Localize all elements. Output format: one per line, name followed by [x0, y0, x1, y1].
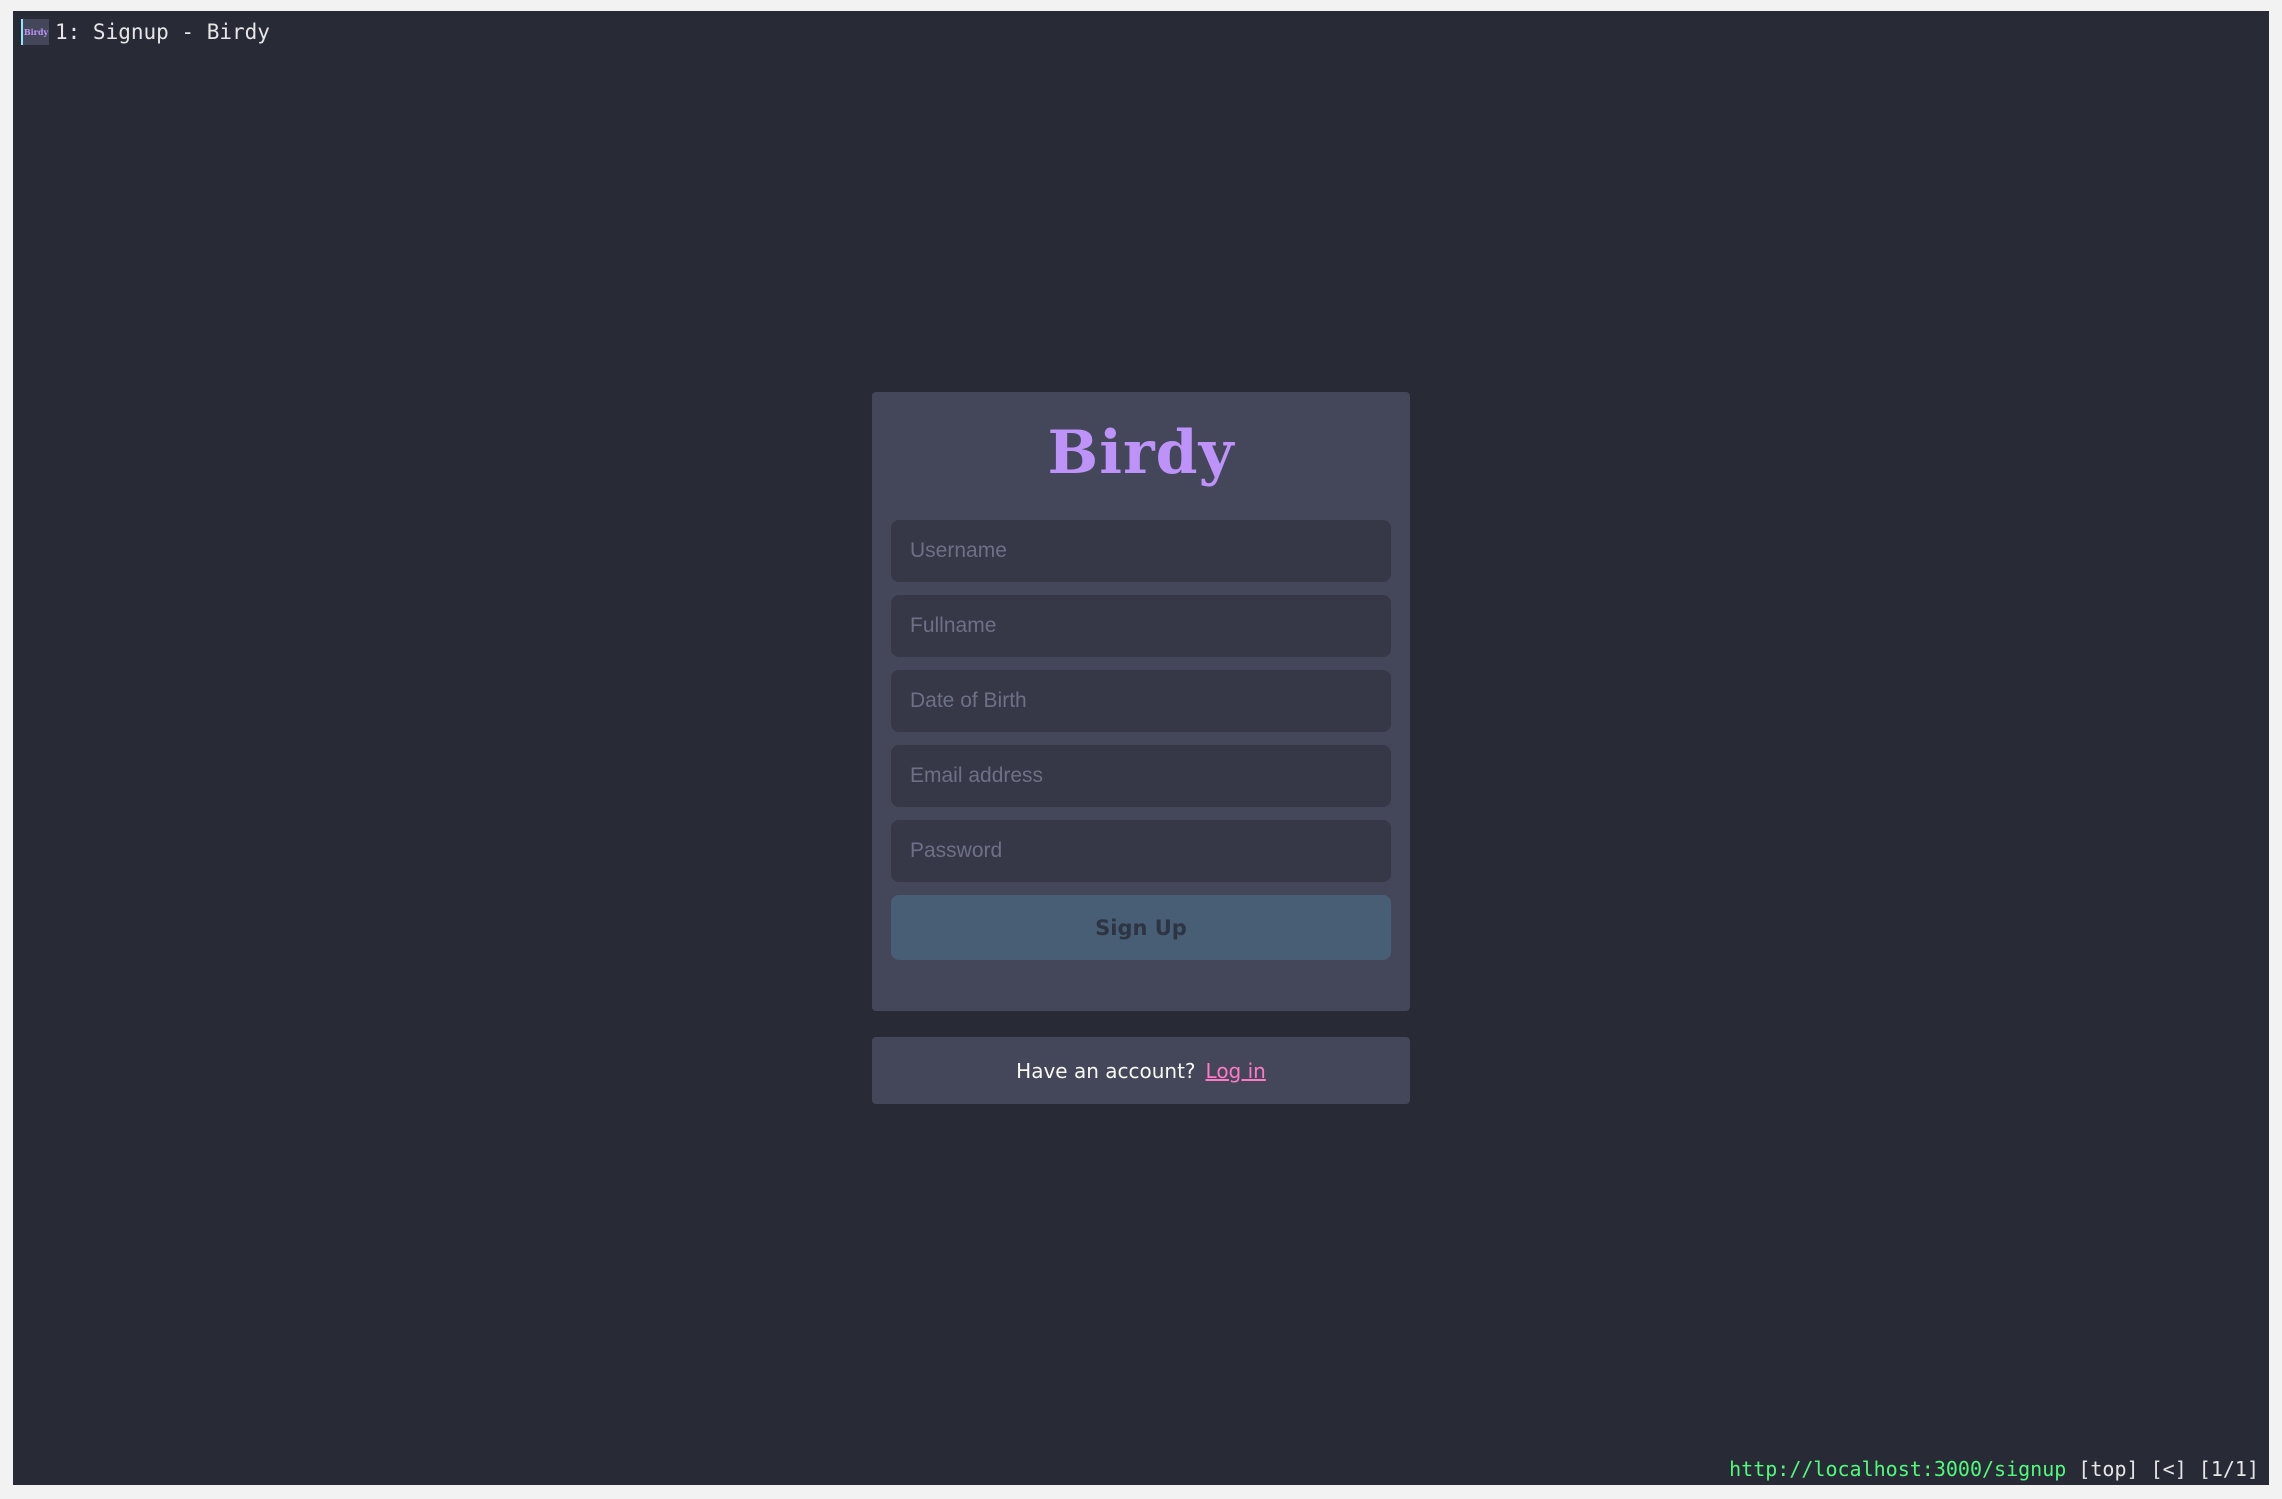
birdy-logo: Birdy — [1047, 418, 1235, 488]
password-field[interactable] — [891, 820, 1391, 882]
history-indicator: [<] — [2150, 1457, 2187, 1481]
email-field[interactable] — [891, 745, 1391, 807]
sign-up-button[interactable]: Sign Up — [891, 895, 1391, 960]
fullname-field[interactable] — [891, 595, 1391, 657]
birdy-favicon-icon: Birdy — [21, 19, 49, 45]
tab-count: [1/1] — [2198, 1457, 2259, 1481]
browser-window: Birdy 1: Signup - Birdy Birdy Sign Up Ha… — [13, 11, 2269, 1485]
have-account-text: Have an account? — [1016, 1058, 1196, 1083]
tab-title: 1: Signup - Birdy — [55, 20, 270, 44]
date-of-birth-field[interactable] — [891, 670, 1391, 732]
favicon-text: Birdy — [23, 27, 49, 37]
scroll-position: [top] — [2078, 1457, 2139, 1481]
login-prompt-box: Have an account? Log in — [872, 1037, 1410, 1104]
signup-card: Birdy Sign Up — [872, 392, 1410, 1011]
tab-title-bar[interactable]: Birdy 1: Signup - Birdy — [21, 17, 270, 47]
log-in-link[interactable]: Log in — [1206, 1059, 1266, 1083]
signup-form: Sign Up — [891, 520, 1391, 960]
status-url: http://localhost:3000/signup — [1729, 1457, 2067, 1481]
status-bar: http://localhost:3000/signup [top] [<] [… — [1729, 1457, 2259, 1481]
username-field[interactable] — [891, 520, 1391, 582]
